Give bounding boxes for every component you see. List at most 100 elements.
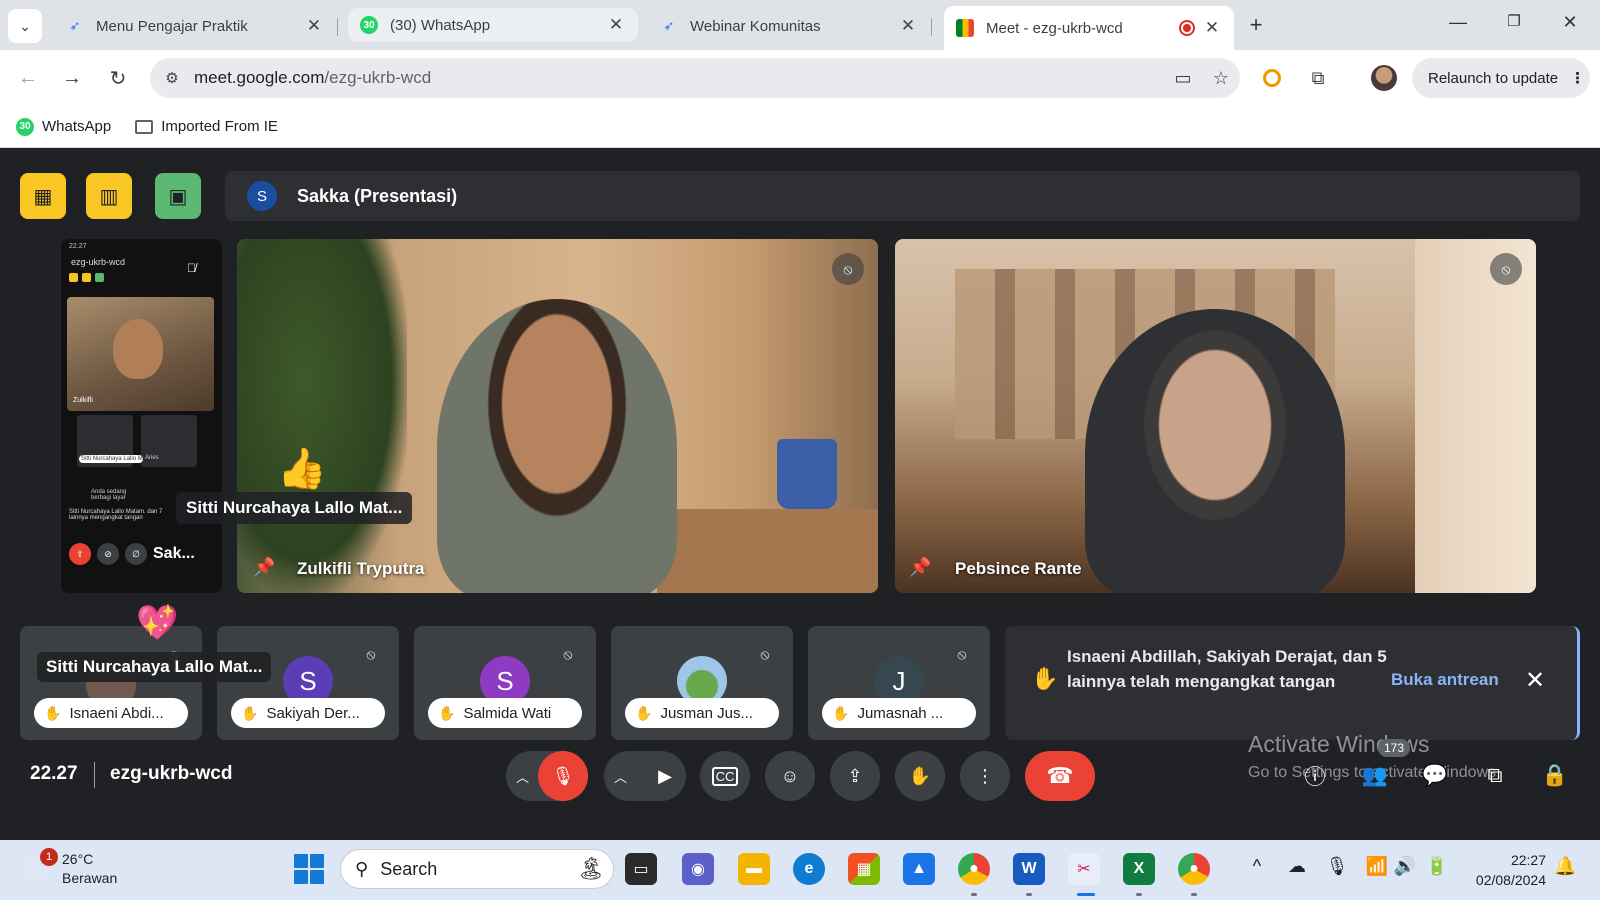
extension-orange-icon[interactable] — [1258, 64, 1286, 92]
task-view-icon[interactable]: ▭ — [625, 853, 657, 885]
more-vert-icon[interactable]: ⋮ — [1570, 69, 1585, 87]
file-explorer-icon[interactable]: ▬ — [738, 853, 770, 885]
weather-widget[interactable]: 🌤 1 26°C Berawan — [22, 848, 117, 888]
open-queue-button[interactable]: Buka antrean — [1391, 670, 1499, 690]
taskbar-search[interactable]: ⚲ Search 🏝 — [340, 849, 614, 889]
close-icon[interactable]: ✕ — [606, 15, 626, 35]
phone-share-note: Anda sedang berbagi layar — [91, 489, 127, 501]
chrome-icon[interactable]: ● — [958, 853, 990, 885]
host-controls-icon[interactable]: 🔒 — [1540, 761, 1570, 791]
pin-icon[interactable]: 📌 — [253, 557, 275, 578]
devices-icon: ▣ — [168, 185, 188, 208]
tab-meet[interactable]: Meet - ezg-ukrb-wcd ✕ — [944, 6, 1234, 50]
tab-menu-pengajar[interactable]: ➶ Menu Pengajar Praktik ✕ — [54, 8, 338, 44]
raised-hand-chip[interactable]: ✋ Salmida Wati — [428, 698, 582, 728]
edge-icon[interactable]: e — [793, 853, 825, 885]
more-options-button[interactable]: ⋮ — [960, 751, 1010, 801]
video-tile-pebsince[interactable]: ⦸ 📌 Pebsince Rante — [895, 239, 1536, 593]
chevron-up-icon[interactable]: ^ — [1244, 856, 1270, 877]
raise-hand-button[interactable]: ✋ — [895, 751, 945, 801]
reactions-button[interactable]: ☺ — [765, 751, 815, 801]
raised-hand-chip[interactable]: ✋ Sakiyah Der... — [231, 698, 385, 728]
url-text[interactable]: meet.google.com/ezg-ukrb-wcd — [194, 68, 1164, 88]
close-icon[interactable]: ✕ — [1202, 18, 1222, 38]
close-icon[interactable]: ✕ — [304, 16, 324, 36]
close-icon[interactable]: ✕ — [898, 16, 918, 36]
bookmark-imported-ie[interactable]: Imported From IE — [135, 118, 278, 135]
divider — [94, 762, 95, 788]
volume-icon[interactable]: 🔊 — [1392, 856, 1418, 877]
participant-count-badge: 173 — [1378, 739, 1411, 757]
participant-tile[interactable]: S ⦸ ✋ Sakiyah Der... — [217, 626, 399, 740]
video-tile-zulkifli[interactable]: 👍 ⦸ 📌 Zulkifli Tryputra — [237, 239, 878, 593]
store-icon[interactable]: ▦ — [848, 853, 880, 885]
reload-button[interactable]: ↻ — [102, 62, 134, 94]
window-close-button[interactable]: ✕ — [1558, 12, 1582, 33]
captions-button[interactable]: CC — [700, 751, 750, 801]
raised-hand-chip[interactable]: ✋ Isnaeni Abdi... — [34, 698, 188, 728]
photos-icon[interactable]: ▲ — [903, 853, 935, 885]
close-icon[interactable]: ✕ — [1525, 666, 1545, 695]
info-icon[interactable]: ⓘ — [1300, 761, 1330, 791]
onedrive-icon[interactable]: ☁ — [1284, 856, 1310, 877]
chrome-profile-icon[interactable]: ● — [1178, 853, 1210, 885]
mic-off-icon: 🎙 — [551, 765, 575, 786]
participant-tile[interactable]: ⦸ ✋Isnaeni Abdi... — [20, 626, 202, 740]
chat-icon[interactable]: 💬 — [1420, 761, 1450, 791]
presenter-title: Sakka (Presentasi) — [297, 185, 458, 206]
tab-webinar[interactable]: ➶ Webinar Komunitas ✕ — [648, 8, 932, 44]
people-icon[interactable]: 👥 — [1360, 761, 1390, 791]
ext-tool-2-button[interactable]: ▥ — [86, 173, 132, 219]
activities-icon[interactable]: ⧉ — [1480, 761, 1510, 791]
tab-search-button[interactable]: ⌄ — [8, 9, 42, 43]
microphone-icon[interactable]: 🎙 — [1324, 856, 1350, 877]
url-domain: meet.google.com — [194, 68, 325, 87]
word-icon[interactable]: W — [1013, 853, 1045, 885]
camera-icon[interactable]: ▭ — [1164, 68, 1202, 89]
participant-tile[interactable]: S ⦸ ✋ Salmida Wati — [414, 626, 596, 740]
notification-bell-icon[interactable]: 🔔 — [1554, 856, 1576, 877]
raised-hand-chip[interactable]: ✋ Jusman Jus... — [625, 698, 779, 728]
participant-tile[interactable]: ⦸ ✋ Jusman Jus... — [611, 626, 793, 740]
puzzle-icon[interactable]: ⧉ — [1304, 64, 1332, 92]
teams-icon[interactable]: ◉ — [682, 853, 714, 885]
minimize-button[interactable]: — — [1446, 12, 1470, 33]
running-indicator — [1191, 893, 1197, 896]
present-button[interactable]: ⇪ — [830, 751, 880, 801]
relaunch-button[interactable]: Relaunch to update ⋮ — [1412, 58, 1590, 98]
ext-tool-3-button[interactable]: ▣ — [155, 173, 201, 219]
running-indicator — [1136, 893, 1142, 896]
bookmark-whatsapp[interactable]: 30 WhatsApp — [16, 117, 111, 136]
snipping-tool-icon[interactable]: ✂ — [1068, 853, 1100, 885]
system-clock[interactable]: 22:27 02/08/2024 — [1466, 850, 1546, 890]
site-info-icon[interactable]: ⚙ — [150, 69, 194, 87]
back-button[interactable]: ← — [12, 62, 44, 94]
hand-icon: ✋ — [832, 704, 850, 721]
wifi-icon[interactable]: 📶 — [1364, 856, 1390, 877]
search-highlight-icon: 🏝 — [577, 856, 605, 881]
tab-strip: ⌄ ➶ Menu Pengajar Praktik ✕ 30 (30) What… — [0, 0, 1600, 50]
reaction-name-tooltip: Sitti Nurcahaya Lallo Mat... — [176, 492, 413, 524]
camera-options-button[interactable]: ︿ ▶ — [604, 751, 686, 801]
new-tab-button[interactable]: + — [1244, 12, 1268, 38]
forward-button[interactable]: → — [56, 62, 88, 94]
battery-icon[interactable]: 🔋 — [1424, 856, 1450, 877]
mic-off-icon: 🎙̸ — [187, 261, 196, 275]
active-indicator — [1077, 893, 1095, 896]
presentation-banner[interactable]: S Sakka (Presentasi) — [225, 171, 1580, 221]
raised-hand-chip[interactable]: ✋ Jumasnah ... — [822, 698, 976, 728]
participant-tile[interactable]: J ⦸ ✋ Jumasnah ... — [808, 626, 990, 740]
address-bar[interactable]: ⚙ meet.google.com/ezg-ukrb-wcd ▭ ☆ — [150, 58, 1240, 98]
mic-toggle-button[interactable]: 🎙 — [538, 751, 588, 801]
hand-icon: ✋ — [908, 765, 932, 786]
start-button[interactable] — [294, 854, 324, 884]
ext-tool-1-button[interactable]: ▦ — [20, 173, 66, 219]
restore-button[interactable]: ❐ — [1502, 12, 1526, 30]
leave-call-button[interactable]: ☎ — [1025, 751, 1095, 801]
pin-icon[interactable]: 📌 — [909, 557, 931, 578]
shared-screen-tile[interactable]: 22.27 ezg-ukrb-wcd 🎙̸ Zulkifli Sitti Nur… — [61, 239, 222, 593]
profile-avatar[interactable] — [1370, 64, 1398, 92]
star-icon[interactable]: ☆ — [1202, 68, 1240, 89]
tab-whatsapp[interactable]: 30 (30) WhatsApp ✕ — [348, 8, 638, 42]
excel-icon[interactable]: X — [1123, 853, 1155, 885]
